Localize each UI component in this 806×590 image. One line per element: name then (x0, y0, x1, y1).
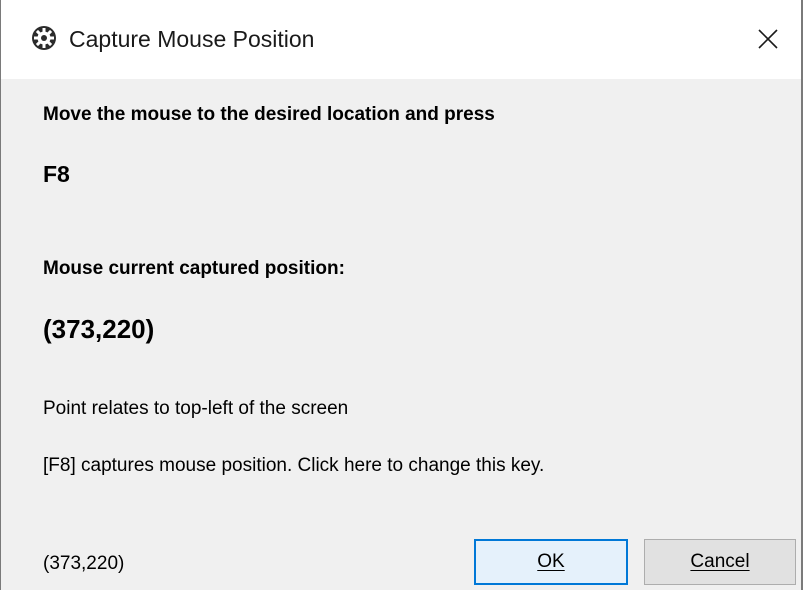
dialog-content: Move the mouse to the desired location a… (1, 79, 801, 590)
coordinate-origin-note: Point relates to top-left of the screen (43, 398, 349, 419)
close-button[interactable] (741, 0, 801, 79)
gear-icon (31, 25, 57, 51)
capture-mouse-position-dialog: Capture Mouse Position Move the mouse to… (0, 0, 803, 590)
ok-button-label: OK (537, 551, 565, 572)
close-icon (758, 29, 778, 49)
captured-position-label: Mouse current captured position: (43, 258, 345, 279)
window-title: Capture Mouse Position (69, 26, 315, 52)
ok-button[interactable]: OK (474, 539, 628, 585)
cancel-button[interactable]: Cancel (644, 539, 796, 585)
instruction-text: Move the mouse to the desired location a… (43, 104, 495, 125)
cancel-button-label: Cancel (690, 551, 750, 572)
change-hotkey-link[interactable]: [F8] captures mouse position. Click here… (43, 455, 544, 477)
title-bar: Capture Mouse Position (1, 0, 801, 79)
captured-position-value: (373,220) (43, 314, 155, 344)
live-position-readout: (373,220) (43, 553, 125, 574)
hotkey-label: F8 (43, 161, 70, 187)
